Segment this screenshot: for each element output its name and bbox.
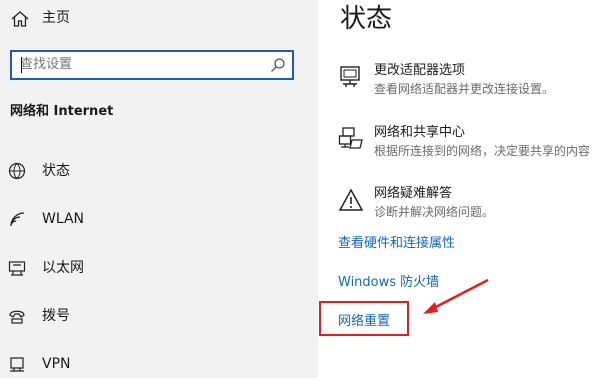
search-input[interactable]: 查找设置 bbox=[20, 56, 72, 74]
sidebar-item-label: 拨号 bbox=[42, 308, 70, 324]
section-title: 网络和 Internet bbox=[10, 104, 114, 119]
adapter-icon bbox=[340, 66, 360, 87]
sidebar-item-label: 以太网 bbox=[42, 260, 84, 276]
warning-icon bbox=[338, 188, 364, 211]
sidebar: 主页 查找设置 网络和 Internet 状态 WLAN 以太网 拨号 VPN bbox=[0, 0, 318, 378]
sidebar-item-label: WLAN bbox=[42, 211, 85, 227]
option-title: 网络疑难解答 bbox=[374, 186, 453, 201]
network-troubleshooter[interactable]: 网络疑难解答 诊断并解决网络问题。 bbox=[338, 185, 600, 229]
option-description: 查看网络适配器并更改连接设置。 bbox=[374, 82, 555, 96]
annotation-arrow-icon bbox=[423, 278, 489, 314]
sidebar-item-ethernet[interactable]: 以太网 bbox=[0, 249, 318, 285]
sidebar-item-label: VPN bbox=[42, 356, 71, 372]
search-icon[interactable] bbox=[270, 57, 286, 73]
vpn-icon bbox=[10, 357, 24, 372]
sidebar-item-vpn[interactable]: VPN bbox=[0, 345, 318, 381]
option-description: 诊断并解决网络问题。 bbox=[374, 205, 495, 219]
option-description: 根据所连接到的网络，决定要共享的内容 bbox=[374, 144, 591, 158]
sidebar-item-label: 状态 bbox=[42, 163, 70, 179]
dialup-icon bbox=[9, 310, 25, 324]
hardware-properties-link[interactable]: 查看硬件和连接属性 bbox=[338, 235, 455, 253]
search-box[interactable]: 查找设置 bbox=[10, 50, 294, 80]
network-sharing-center[interactable]: 网络和共享中心 根据所连接到的网络，决定要共享的内容 bbox=[338, 124, 600, 168]
option-title: 网络和共享中心 bbox=[374, 125, 466, 140]
sharing-center-icon bbox=[338, 127, 363, 149]
home-nav-item[interactable]: 主页 bbox=[0, 0, 318, 40]
change-adapter-options[interactable]: 更改适配器选项 查看网络适配器并更改连接设置。 bbox=[338, 62, 600, 106]
home-icon bbox=[11, 11, 29, 27]
status-icon bbox=[8, 162, 26, 180]
sidebar-item-status[interactable]: 状态 bbox=[0, 152, 318, 188]
option-title: 更改适配器选项 bbox=[374, 63, 466, 78]
ethernet-icon bbox=[8, 261, 26, 276]
home-label: 主页 bbox=[42, 10, 70, 26]
text-caret bbox=[21, 57, 22, 73]
sidebar-item-dialup[interactable]: 拨号 bbox=[0, 297, 318, 333]
wifi-icon bbox=[10, 212, 25, 227]
page-title: 状态 bbox=[340, 4, 393, 34]
sidebar-item-wlan[interactable]: WLAN bbox=[0, 200, 318, 236]
highlight-box bbox=[319, 301, 409, 336]
